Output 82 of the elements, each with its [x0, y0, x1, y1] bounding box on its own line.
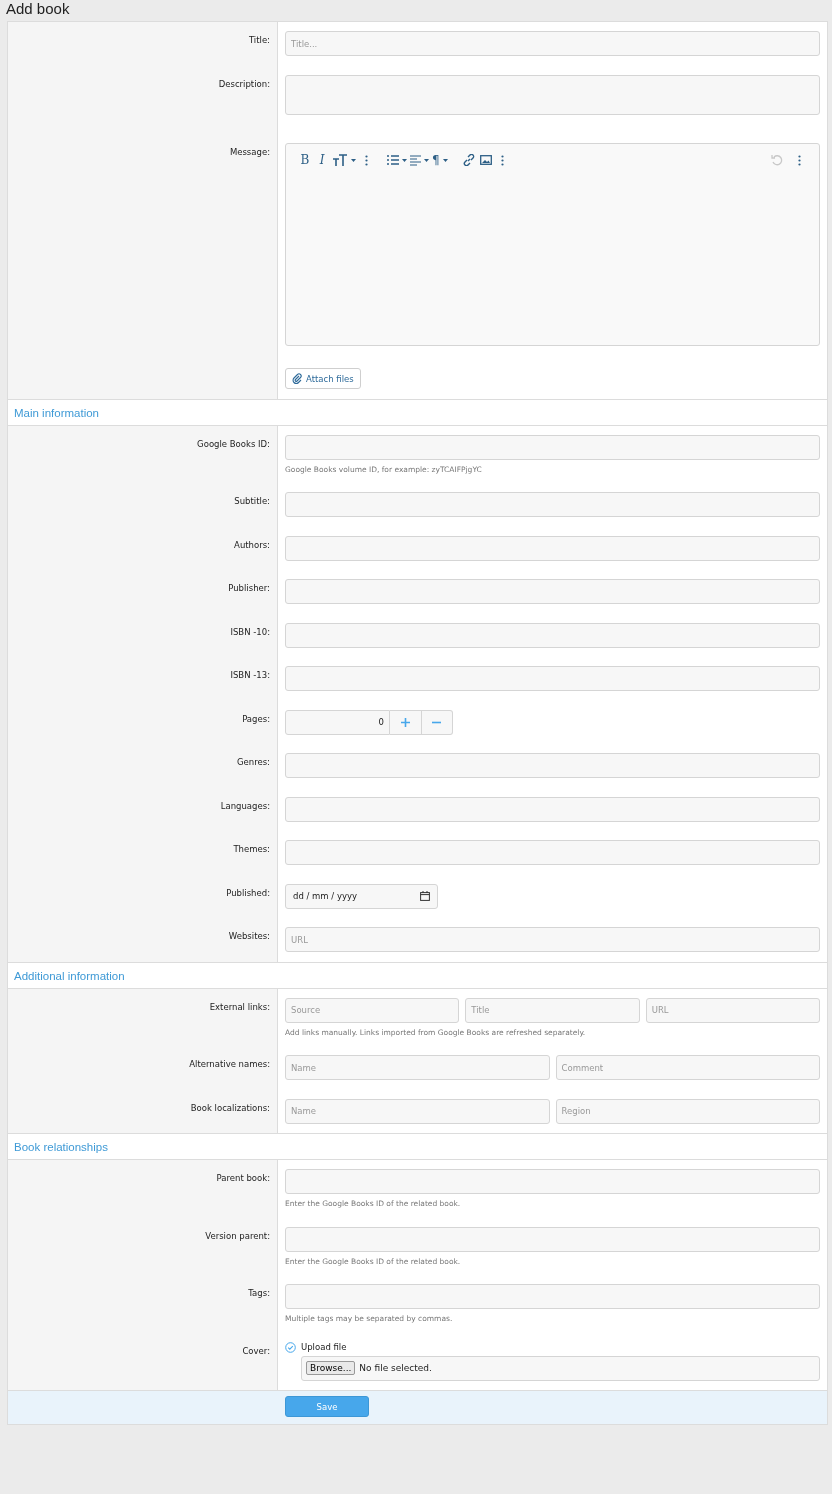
field-label: Alternative names:	[189, 1059, 270, 1069]
section-heading: Additional information	[8, 962, 827, 989]
bold-tool-button[interactable]: B	[298, 152, 312, 168]
field-label: Authors:	[234, 539, 270, 550]
field-label: Publisher:	[228, 583, 270, 593]
text-input[interactable]: Source	[285, 997, 460, 1023]
field-label: Book localizations:	[190, 1102, 270, 1113]
field-label: Cover:	[242, 1345, 270, 1356]
text-input[interactable]	[285, 434, 820, 460]
field-label: Message:	[229, 147, 270, 157]
text-input[interactable]: Name	[285, 1098, 550, 1124]
align-tool-button[interactable]	[410, 152, 429, 168]
field-label: Websites:	[228, 931, 270, 941]
image-icon	[479, 155, 492, 165]
decrement-button[interactable]	[421, 709, 453, 735]
text-input[interactable]	[285, 535, 820, 561]
calendar-icon	[420, 891, 430, 901]
text-input[interactable]	[285, 1284, 820, 1309]
field-label: Languages:	[220, 800, 270, 811]
text-input[interactable]	[285, 1169, 820, 1194]
paperclip-icon	[292, 373, 302, 384]
field-label: Pages:	[242, 713, 270, 724]
paragraph-tool-button[interactable]: ¶	[432, 152, 448, 168]
text-input[interactable]	[285, 492, 820, 517]
field-label: Themes:	[233, 844, 270, 854]
italic-tool-button[interactable]: I	[315, 152, 329, 168]
field-label: Published:	[226, 887, 270, 898]
list-icon	[387, 155, 399, 165]
field-label: Tags:	[248, 1288, 270, 1298]
link-icon	[462, 154, 475, 166]
text-input[interactable]: Comment	[555, 1055, 820, 1080]
date-input[interactable]: dd / mm / yyyy	[285, 883, 438, 909]
caret-icon	[424, 158, 429, 162]
text-input[interactable]	[285, 666, 820, 691]
list-tool-button[interactable]	[387, 152, 407, 168]
text-area[interactable]	[285, 74, 820, 115]
number-input[interactable]: 0	[285, 709, 390, 735]
page-title: Add book	[5, 0, 71, 19]
option-label: Upload file	[301, 1342, 347, 1352]
text-input[interactable]	[285, 840, 820, 865]
more-icon	[501, 154, 505, 166]
more-icon	[797, 154, 801, 166]
text-input[interactable]: Region	[555, 1098, 820, 1124]
field-label: Genres:	[236, 757, 270, 767]
size-tool-button[interactable]	[332, 152, 356, 168]
caret-icon	[351, 158, 356, 162]
field-label: ISBN -10:	[230, 626, 270, 637]
field-label: Version parent:	[205, 1230, 270, 1241]
text-input[interactable]: Title	[465, 997, 640, 1023]
text-input[interactable]	[285, 579, 820, 604]
text-input[interactable]	[285, 753, 820, 778]
text-input[interactable]	[285, 1226, 820, 1252]
text-input[interactable]: URL	[285, 927, 820, 952]
more-icon	[364, 154, 368, 166]
section-heading: Main information	[8, 399, 827, 426]
text-input[interactable]: Name	[285, 1055, 550, 1080]
field-label: Subtitle:	[234, 496, 270, 506]
field-label: Parent book:	[216, 1173, 270, 1183]
field-label: ISBN -13:	[230, 670, 270, 680]
caret-icon	[442, 158, 448, 162]
image-tool-button[interactable]	[478, 152, 493, 168]
attach-files-button[interactable]: Attach files	[285, 368, 361, 389]
align-icon	[410, 154, 421, 166]
plus-icon	[400, 717, 410, 727]
check-circle-icon	[285, 1341, 296, 1353]
text-input[interactable]	[285, 796, 820, 822]
field-label: External links:	[209, 1001, 270, 1012]
browse-button[interactable]: Browse...	[306, 1361, 356, 1375]
file-field[interactable]: Browse... No file selected.	[301, 1355, 820, 1381]
text-input[interactable]: Title...	[285, 31, 820, 56]
text-input[interactable]	[285, 622, 820, 648]
undo-icon	[771, 154, 783, 166]
link-tool-button[interactable]	[461, 152, 476, 168]
file-status: No file selected.	[359, 1363, 432, 1373]
increment-button[interactable]	[390, 709, 422, 735]
field-label: Title:	[248, 35, 270, 45]
caret-icon	[402, 158, 407, 162]
field-label: Google Books ID:	[197, 438, 270, 449]
field-label: Description:	[218, 78, 270, 89]
text-size-icon	[332, 154, 348, 166]
text-input[interactable]: URL	[645, 997, 820, 1023]
rich-text-editor[interactable]: B I ¶	[285, 143, 820, 346]
